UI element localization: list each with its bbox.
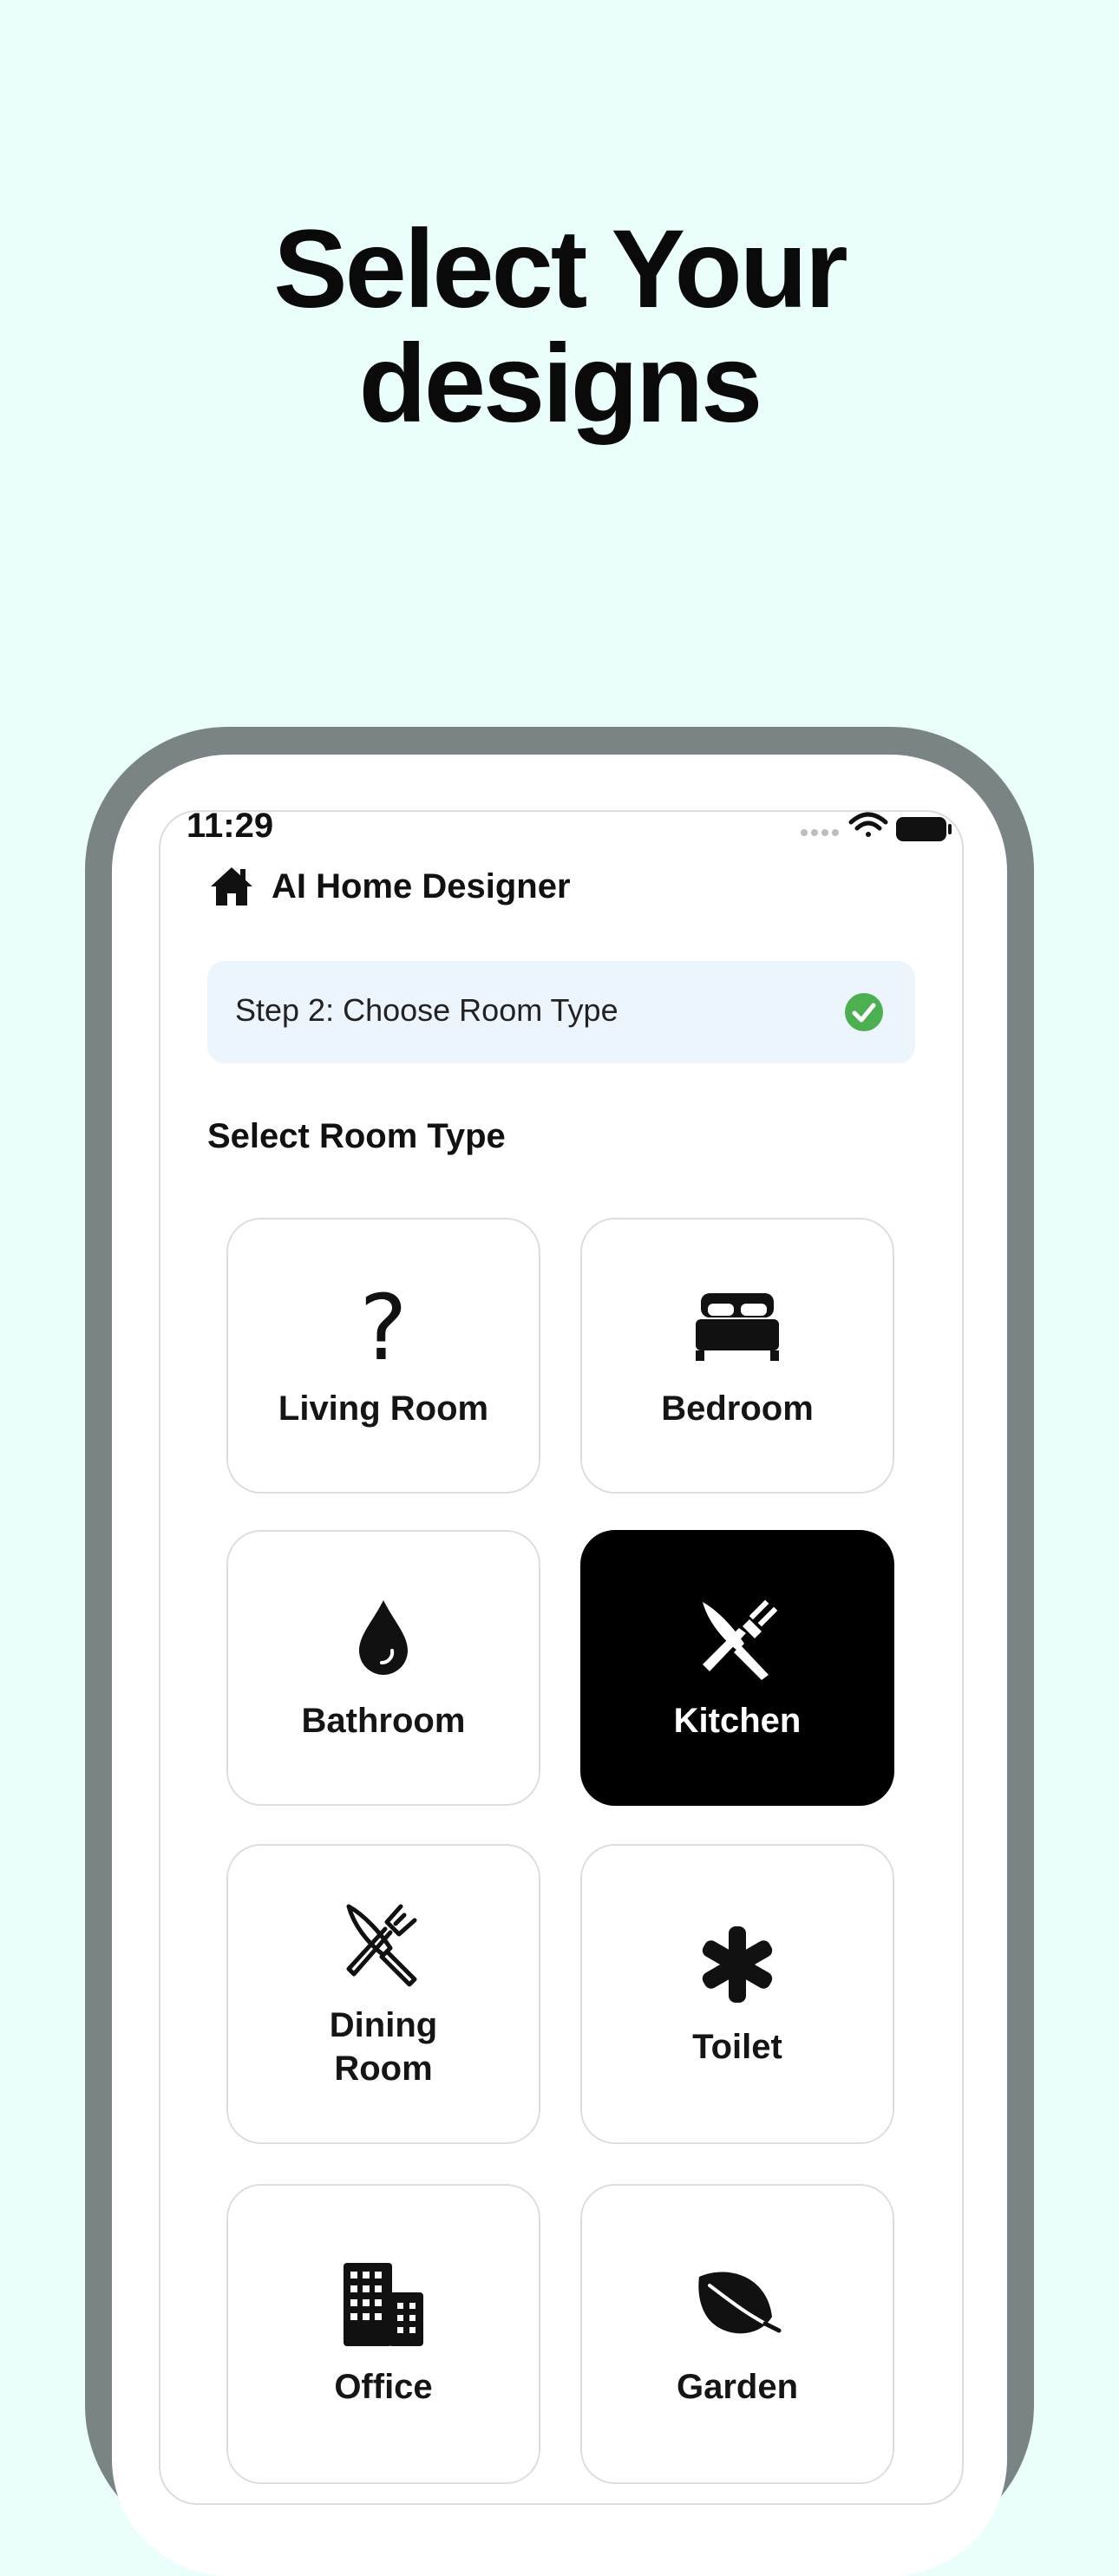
room-card-label: Bedroom [661,1389,814,1428]
fork-knife-icon [703,1599,778,1680]
app-header: AI Home Designer [209,860,571,912]
app-title: AI Home Designer [272,866,571,906]
fork-knife-outline-icon [346,1904,417,1987]
room-card-kitchen[interactable]: Kitchen [580,1530,894,1806]
step-banner: Step 2: Choose Room Type [207,961,915,1063]
room-card-toilet[interactable]: Toilet [580,1844,894,2144]
room-card-label: Office [334,2368,433,2406]
headline-line-2: designs [358,322,763,446]
headline: Select Your designs [0,212,1119,441]
room-card-garden[interactable]: Garden [580,2184,894,2484]
question-mark-icon: ? [359,1281,407,1371]
step-text: Step 2: Choose Room Type [235,992,618,1028]
room-card-living-room[interactable]: ? Living Room [226,1218,540,1494]
battery-icon [896,817,952,841]
wifi-icon [848,812,888,837]
bed-icon [696,1293,779,1361]
room-card-label: Kitchen [673,1702,802,1740]
building-icon [344,2263,423,2346]
room-card-label: Garden [676,2368,799,2406]
room-card-bedroom[interactable]: Bedroom [580,1218,894,1494]
check-circle-icon [845,993,883,1031]
room-card-bathroom[interactable]: Bathroom [226,1530,540,1806]
leaf-icon [698,2272,782,2334]
room-card-label: Dining Room [329,2006,438,2088]
signal-icon [801,829,839,836]
room-card-label: Living Room [278,1389,489,1428]
phone-screen: 11:29 AI Home Designer Step 2: Choose Ro… [159,810,964,2505]
svg-text:?: ? [359,1281,407,1371]
section-title: Select Room Type [207,1117,506,1155]
asterisk-icon [702,1926,773,2003]
house-icon [211,867,252,906]
status-icons [801,812,952,841]
room-card-dining-room[interactable]: Dining Room [226,1844,540,2144]
drop-icon [359,1600,408,1675]
headline-line-1: Select Your [273,207,847,331]
room-card-label: Bathroom [301,1702,466,1740]
status-time: 11:29 [186,810,274,845]
room-card-office[interactable]: Office [226,2184,540,2484]
room-card-label: Toilet [692,2028,782,2066]
